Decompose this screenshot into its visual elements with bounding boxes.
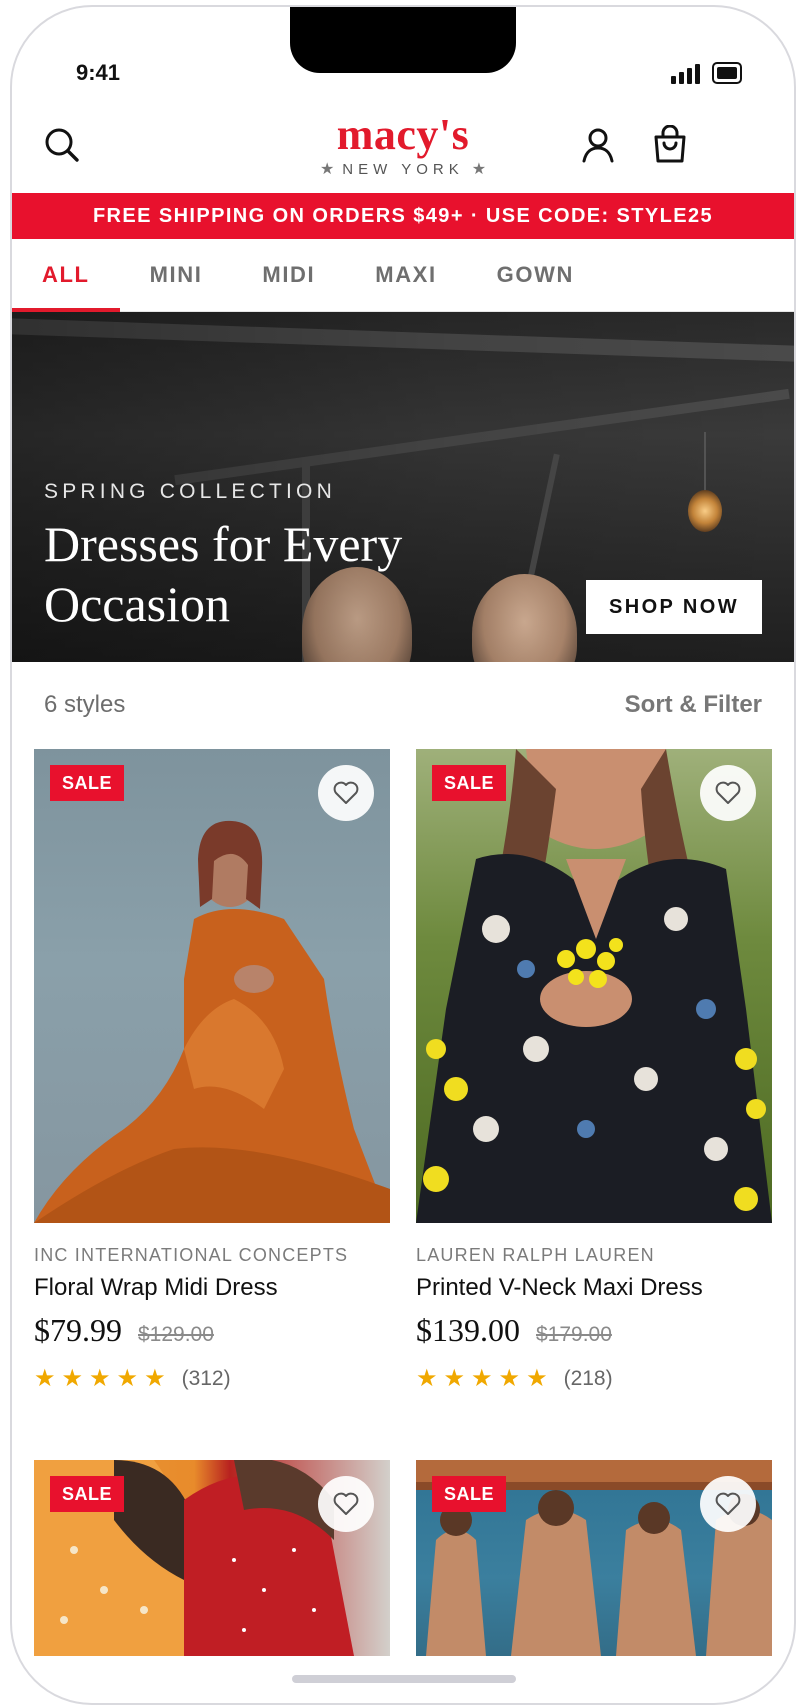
home-indicator[interactable]: [292, 1675, 516, 1683]
category-tabs: ALL MINI MIDI MAXI GOWN: [12, 239, 794, 312]
original-price: $179.00: [536, 1323, 612, 1346]
product-brand: INC INTERNATIONAL CONCEPTS: [34, 1245, 349, 1265]
star-icon: ★: [416, 1365, 438, 1392]
promo-banner[interactable]: FREE SHIPPING ON ORDERS $49+ · USE CODE:…: [12, 193, 794, 239]
price-row: $79.99 $129.00: [34, 1312, 390, 1349]
rating: ★ ★ ★ ★ ★ (312): [34, 1367, 390, 1391]
rating: ★ ★ ★ ★ ★ (218): [416, 1367, 772, 1391]
product-card[interactable]: SALE: [34, 1460, 390, 1656]
sale-badge: SALE: [50, 1476, 125, 1512]
signal-icon: [671, 64, 700, 84]
product-image[interactable]: SALE: [416, 749, 772, 1223]
star-icon: ★: [498, 1365, 521, 1392]
price-row: $139.00 $179.00: [416, 1312, 772, 1349]
list-header: 6 styles Sort & Filter: [44, 691, 762, 719]
product-card[interactable]: SALE: [416, 1460, 772, 1656]
style-count: 6 styles: [44, 691, 126, 718]
status-icons: [671, 62, 742, 84]
sale-price: $139.00: [416, 1312, 520, 1348]
hero-title: Dresses for Every Occasion: [44, 516, 403, 632]
logo-city: NEW YORK: [342, 160, 464, 178]
hero-eyebrow: SPRING COLLECTION: [44, 480, 336, 503]
product-name[interactable]: Floral Wrap Midi Dress: [34, 1274, 390, 1302]
sale-price: $79.99: [34, 1312, 122, 1348]
battery-icon: [712, 62, 742, 84]
star-icon: ★: [34, 1365, 56, 1392]
account-icon[interactable]: [578, 125, 618, 165]
orange-dress-figure: [34, 820, 390, 1223]
app-header: macy's ★ NEW YORK ★: [12, 109, 794, 193]
tab-maxi[interactable]: MAXI: [345, 239, 466, 311]
star-ornament-icon: ★: [471, 161, 487, 178]
tab-all[interactable]: ALL: [12, 239, 120, 312]
sort-filter-button[interactable]: Sort & Filter: [625, 691, 762, 719]
product-image[interactable]: SALE: [34, 1460, 390, 1656]
sale-badge: SALE: [432, 1476, 507, 1512]
heart-icon[interactable]: [700, 765, 756, 821]
product-image[interactable]: SALE: [416, 1460, 772, 1656]
star-icon: ★: [116, 1365, 139, 1392]
star-ornament-icon: ★: [319, 161, 335, 178]
shop-now-button[interactable]: SHOP NOW: [586, 580, 762, 634]
heart-icon[interactable]: [700, 1476, 756, 1532]
product-image[interactable]: SALE: [34, 749, 390, 1223]
product-card[interactable]: SALE INC INTERNATIONAL CONCEPTS Floral W…: [34, 749, 390, 1391]
bag-icon[interactable]: [650, 124, 690, 165]
floral-dress-figure: [416, 749, 772, 1223]
sale-badge: SALE: [50, 765, 125, 801]
hero-banner[interactable]: SPRING COLLECTION Dresses for Every Occa…: [12, 312, 794, 662]
original-price: $129.00: [138, 1323, 214, 1346]
star-icon: ★: [443, 1365, 466, 1392]
status-time: 9:41: [76, 60, 121, 85]
product-card[interactable]: SALE LAUREN RALPH LAUREN Printed V-Neck …: [416, 749, 772, 1391]
star-icon: ★: [89, 1365, 111, 1392]
review-count: (312): [181, 1367, 231, 1390]
product-name[interactable]: Printed V-Neck Maxi Dress: [416, 1274, 772, 1302]
star-icon: ★: [61, 1365, 84, 1392]
star-icon: ★: [471, 1365, 493, 1392]
notch: [290, 7, 516, 73]
heart-icon[interactable]: [318, 765, 374, 821]
star-icon: ★: [526, 1365, 548, 1392]
phone-frame: 9:41 macy's ★ NEW YORK ★ FREE SHIPPING O…: [10, 5, 796, 1705]
tab-midi[interactable]: MIDI: [232, 239, 345, 311]
heart-icon[interactable]: [318, 1476, 374, 1532]
product-brand: LAUREN RALPH LAUREN: [416, 1245, 655, 1265]
sale-badge: SALE: [432, 765, 507, 801]
tab-mini[interactable]: MINI: [120, 239, 233, 311]
review-count: (218): [563, 1367, 613, 1390]
tab-gown[interactable]: GOWN: [467, 239, 604, 311]
star-icon: ★: [144, 1365, 166, 1392]
